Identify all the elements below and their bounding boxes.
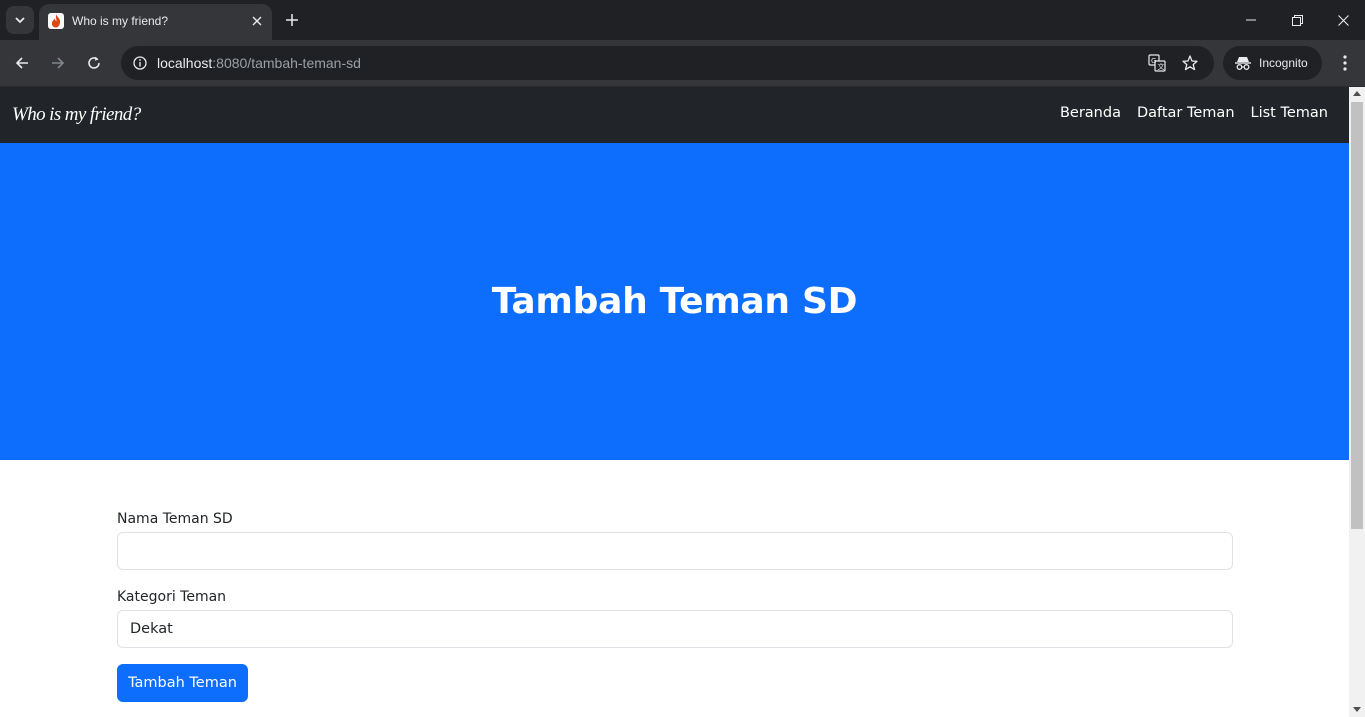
translate-icon[interactable]: G文 — [1147, 53, 1167, 73]
url-host: localhost — [157, 55, 213, 71]
incognito-label: Incognito — [1259, 56, 1308, 70]
scrollbar[interactable] — [1349, 87, 1365, 717]
scroll-down-arrow-icon[interactable] — [1353, 707, 1361, 712]
window-close-icon[interactable] — [1328, 6, 1358, 34]
browser-toolbar: localhost:8080/tambah-teman-sd G文 Incogn… — [0, 40, 1365, 87]
tab-title: Who is my friend? — [72, 14, 169, 28]
scroll-up-arrow-icon[interactable] — [1353, 91, 1361, 96]
browser-tab[interactable]: Who is my friend? — [39, 4, 272, 40]
nav-link-daftar-teman[interactable]: Daftar Teman — [1137, 105, 1235, 121]
plus-icon[interactable] — [280, 8, 304, 32]
tab-search-icon[interactable] — [6, 6, 34, 34]
category-field-label: Kategori Teman — [117, 589, 227, 605]
hero-banner: Tambah Teman SD — [0, 143, 1349, 460]
close-icon[interactable] — [248, 12, 266, 30]
page-title: Tambah Teman SD — [491, 281, 858, 322]
svg-text:G: G — [1151, 57, 1156, 65]
address-bar[interactable]: localhost:8080/tambah-teman-sd G文 — [121, 46, 1214, 80]
url-path: :8080/tambah-teman-sd — [212, 55, 361, 71]
name-field-label: Nama Teman SD — [117, 511, 233, 527]
incognito-icon — [1234, 55, 1252, 71]
category-field[interactable]: Dekat — [117, 610, 1233, 648]
svg-text:文: 文 — [1158, 62, 1165, 71]
minimize-icon[interactable] — [1236, 6, 1266, 34]
favicon-flame-icon — [48, 13, 64, 29]
name-field[interactable] — [117, 532, 1233, 570]
nav-link-list-teman[interactable]: List Teman — [1251, 105, 1328, 121]
reload-icon[interactable] — [81, 50, 107, 76]
nav-links: Beranda Daftar Teman List Teman — [1060, 105, 1328, 121]
star-icon[interactable] — [1180, 53, 1200, 73]
scrollbar-thumb[interactable] — [1351, 102, 1363, 529]
nav-link-beranda[interactable]: Beranda — [1060, 105, 1121, 121]
navbar-brand[interactable]: Who is my friend? — [12, 104, 141, 126]
tab-strip: Who is my friend? — [0, 0, 1365, 40]
site-info-icon[interactable] — [128, 51, 152, 75]
page-viewport: Who is my friend? Beranda Daftar Teman L… — [0, 87, 1349, 717]
incognito-indicator[interactable]: Incognito — [1223, 46, 1322, 80]
url-text: localhost:8080/tambah-teman-sd — [157, 55, 361, 71]
site-navbar: Who is my friend? Beranda Daftar Teman L… — [0, 87, 1349, 143]
back-icon[interactable] — [9, 50, 35, 76]
browser-window: Who is my friend? localhost:8080/tambah-… — [0, 0, 1365, 717]
add-friend-button[interactable]: Tambah Teman — [117, 664, 248, 702]
forward-icon[interactable] — [45, 50, 71, 76]
restore-icon[interactable] — [1282, 6, 1312, 34]
more-icon[interactable] — [1333, 51, 1357, 75]
